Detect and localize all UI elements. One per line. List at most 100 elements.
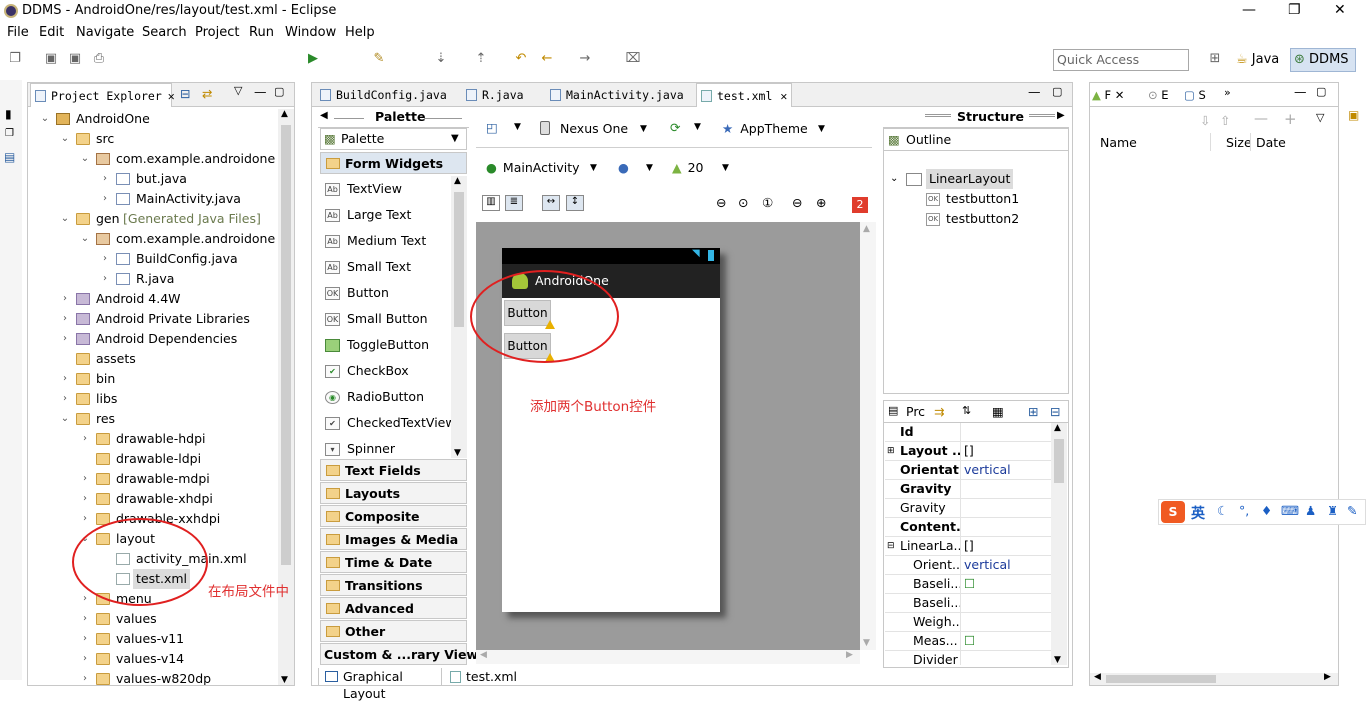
add-icon[interactable]: + (1284, 110, 1297, 128)
scroll-up-icon[interactable]: ▲ (863, 224, 870, 234)
scroll-up-icon[interactable]: ▲ (454, 176, 461, 186)
palette-item-spinner[interactable]: ▾ Spinner (320, 438, 467, 460)
maximize-view-icon[interactable]: ▢ (1316, 85, 1326, 98)
close-button[interactable]: ✕ (1334, 2, 1346, 18)
scroll-down-icon[interactable]: ▼ (454, 448, 461, 458)
list-toggle-icon[interactable]: ≣ (505, 195, 523, 211)
property-row[interactable]: Orientat...vertical (885, 461, 1051, 480)
last-edit-icon[interactable]: ↶ (512, 51, 530, 67)
property-row[interactable]: Weigh... (885, 613, 1051, 632)
expand-arrow-icon[interactable]: › (60, 329, 70, 349)
zoom-out-icon[interactable]: ⊖ (792, 195, 802, 210)
scroll-up-icon[interactable]: ▲ (1054, 423, 1061, 433)
scroll-down-icon[interactable]: ▼ (863, 638, 870, 648)
maximize-view-icon[interactable]: ▢ (274, 85, 284, 98)
chevron-down-icon[interactable]: ▼ (514, 122, 521, 132)
save-all-icon[interactable]: ▣ (66, 51, 84, 67)
palette-category-other[interactable]: Other (320, 620, 467, 642)
scroll-left-icon[interactable]: ◀ (1094, 672, 1101, 682)
palette-dropdown[interactable]: ▩ Palette ▼ (320, 128, 467, 150)
pin-editor-icon[interactable]: ⌧ (624, 51, 642, 67)
open-perspective-icon[interactable]: ⊞ (1206, 51, 1224, 67)
perspective-java[interactable]: ☕ Java (1236, 49, 1288, 71)
palette-item-medium-text[interactable]: Ab Medium Text (320, 230, 467, 252)
menu-project[interactable]: Project (195, 25, 239, 40)
collapse-all-icon[interactable]: ⊟ (180, 86, 190, 101)
expand-arrow-icon[interactable]: › (80, 609, 90, 629)
palette-item-checkedtextview[interactable]: ✔ CheckedTextView (320, 412, 467, 434)
scroll-thumb[interactable] (1106, 675, 1216, 683)
palette-item-button[interactable]: OK Button (320, 282, 467, 304)
back-icon[interactable]: ← (538, 51, 556, 67)
canvas-hscrollbar[interactable]: ◀ ▶ (476, 650, 860, 664)
properties-scrollbar[interactable]: ▲ ▼ (1051, 423, 1067, 665)
property-row[interactable]: ⊟ LinearLa...[] (885, 537, 1051, 556)
collapse-arrow-icon[interactable]: ⌄ (80, 229, 90, 249)
zoom-100-icon[interactable]: ① (762, 195, 773, 210)
keyboard-icon[interactable]: ⌨ (1281, 503, 1299, 518)
tab-xml-source[interactable]: test.xml (446, 668, 517, 686)
theme-dropdown[interactable]: ★ AppTheme ▼ (722, 118, 832, 140)
error-count-badge[interactable]: 2 (852, 197, 868, 213)
palette-category-custom[interactable]: Custom & ...rary Views (320, 643, 485, 665)
expand-arrow-icon[interactable]: › (80, 489, 90, 509)
palette-item-togglebutton[interactable]: ToggleButton (320, 334, 467, 356)
property-row[interactable]: Content... (885, 518, 1051, 537)
forward-icon[interactable]: → (576, 51, 594, 67)
show-advanced-icon[interactable]: ⇉ (934, 404, 944, 419)
canvas-vscrollbar[interactable]: ▲ ▼ (860, 222, 876, 650)
expand-arrow-icon[interactable]: › (100, 269, 110, 289)
collapse-arrow-icon[interactable]: ⌄ (890, 169, 898, 189)
menu-file[interactable]: File (7, 25, 29, 40)
save-icon[interactable]: ▣ (42, 51, 60, 67)
expand-arrow-icon[interactable]: › (80, 509, 90, 529)
structure-collapse-icon[interactable]: ▶ (1057, 110, 1065, 121)
expand-icon[interactable]: ⊞ (887, 442, 895, 460)
property-row[interactable]: Gravity (885, 499, 1051, 518)
tab-system-info[interactable]: ▢ S (1184, 85, 1214, 105)
scroll-thumb[interactable] (454, 192, 464, 327)
menu-run[interactable]: Run (249, 25, 274, 40)
expand-arrow-icon[interactable]: › (60, 369, 70, 389)
scroll-down-icon[interactable]: ▼ (1054, 655, 1061, 665)
expand-arrow-icon[interactable]: › (60, 309, 70, 329)
microphone-icon[interactable]: ♦ (1261, 503, 1272, 518)
minimize-button[interactable]: — (1242, 2, 1256, 18)
scroll-right-icon[interactable]: ▶ (846, 650, 853, 660)
palette-item-checkbox[interactable]: ✔ CheckBox (320, 360, 467, 382)
zoom-fit-icon[interactable]: ⊙ (738, 195, 748, 210)
property-row[interactable]: Meas... ☐ (885, 632, 1051, 651)
outline-node-testbutton2[interactable]: OK testbutton2 (926, 209, 1056, 229)
run-icon[interactable]: ▶ (304, 51, 322, 67)
locale-dropdown[interactable]: ● ▼ (618, 157, 658, 179)
console-icon[interactable]: ▤ (4, 150, 15, 164)
tab-file-explorer[interactable]: ▲ F ✕ (1092, 85, 1138, 105)
close-icon[interactable]: ✕ (1115, 88, 1125, 102)
tab-buildconfig-java[interactable]: BuildConfig.java (316, 83, 456, 107)
scroll-left-icon[interactable]: ◀ (480, 650, 487, 660)
palette-category-layouts[interactable]: Layouts (320, 482, 467, 504)
tab-project-explorer[interactable]: Project Explorer ✕ (30, 83, 175, 107)
layout-toggle-icon[interactable]: ▥ (482, 195, 500, 211)
rotate-icon[interactable]: ⟳ (670, 120, 680, 135)
palette-item-radiobutton[interactable]: ◉ RadioButton (320, 386, 467, 408)
palette-category-time-date[interactable]: Time & Date (320, 551, 467, 573)
delete-icon[interactable]: — (1254, 111, 1268, 127)
fill-width-icon[interactable]: ↔ (542, 195, 560, 211)
menu-help[interactable]: Help (345, 25, 375, 40)
column-date[interactable]: Date (1256, 135, 1286, 150)
view-menu-icon[interactable]: ▽ (234, 84, 242, 97)
quick-access-input[interactable]: Quick Access (1053, 49, 1189, 71)
scroll-thumb[interactable] (281, 125, 291, 565)
checkbox-icon[interactable]: ☐ (964, 575, 975, 593)
expand-arrow-icon[interactable]: › (80, 589, 90, 609)
pull-file-icon[interactable]: ⇩ (1200, 113, 1210, 128)
property-row[interactable]: Orient... vertical (885, 556, 1051, 575)
expand-arrow-icon[interactable]: › (60, 389, 70, 409)
new-icon[interactable]: ❐ (6, 51, 24, 67)
property-row[interactable]: Id (885, 423, 1051, 442)
perspective-ddms[interactable]: ⊛ DDMS (1290, 48, 1356, 72)
menu-navigate[interactable]: Navigate (76, 25, 134, 40)
column-name[interactable]: Name (1100, 135, 1137, 150)
link-editor-icon[interactable]: ⇄ (202, 86, 212, 101)
